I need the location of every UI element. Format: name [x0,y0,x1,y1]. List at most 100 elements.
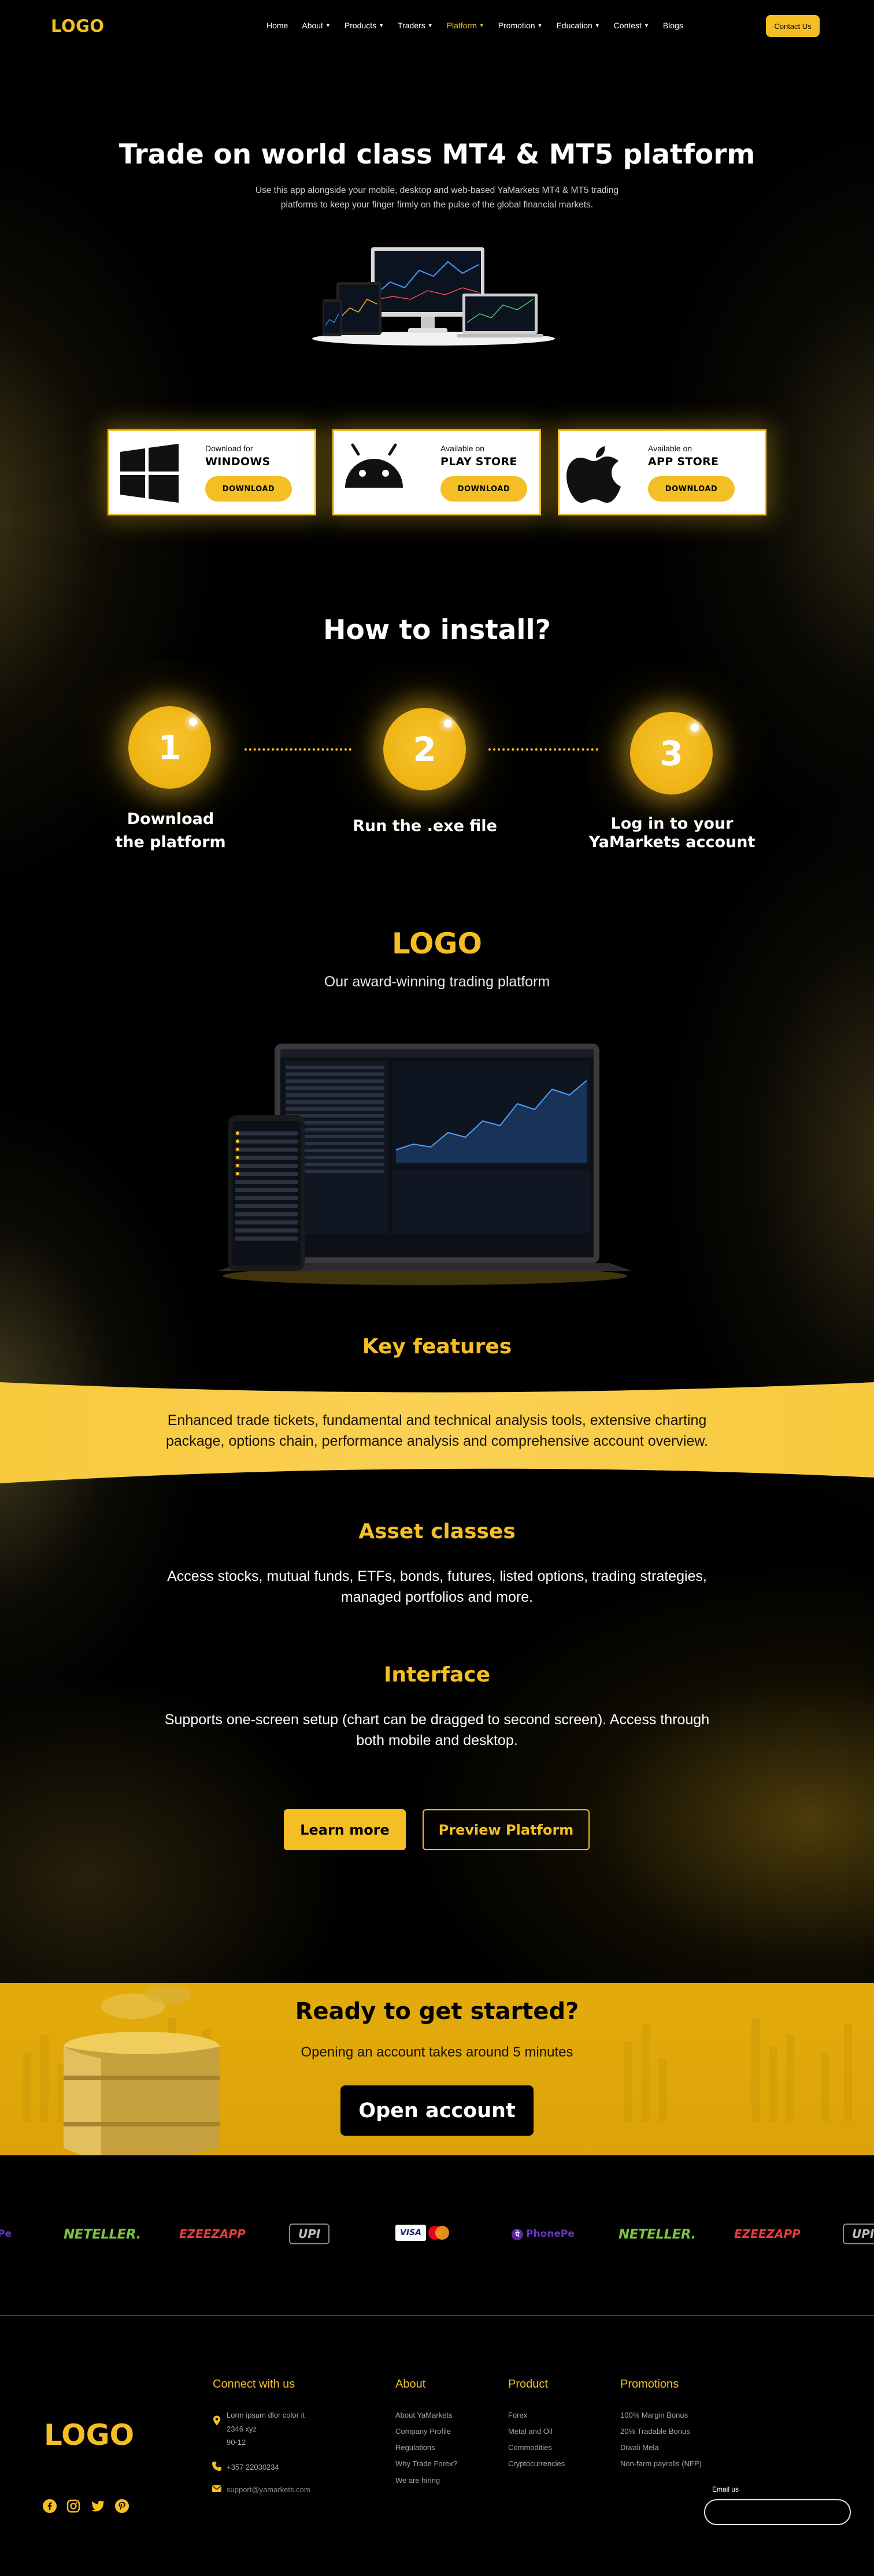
step-3-label: Log in to your YaMarkets account [578,815,766,852]
page: LOGO Home About ▼ Products ▼ Traders ▼ Plat… [0,0,874,2576]
footer-link-metal-and-oil[interactable]: Metal and Oil [508,2427,553,2436]
feature-text-line: package, options chain, performance anal… [165,1433,709,1449]
download-card-windows: Download for WINDOWS DOWNLOAD [108,429,316,515]
email-us-label: Email us [712,2485,739,2493]
download-card-platform: WINDOWS [205,455,271,468]
location-pin-icon [213,2415,220,2426]
feature-text-line: managed portfolios and more. [340,1589,534,1605]
step-label-line: Run the .exe file [353,817,497,835]
payment-logo-cards: VISA [395,2225,449,2241]
nav-item-promotion[interactable]: Promotion ▼ [498,21,543,30]
platform-laptop-illustration [217,1044,633,1285]
asset-classes-title: Asset classes [358,1520,516,1543]
sparkle-icon [189,718,197,726]
footer-link-company-profile[interactable]: Company Profile [395,2427,451,2436]
download-windows-button[interactable]: DOWNLOAD [205,476,292,502]
step-label-line: Log in to your [610,815,734,833]
payment-logo-upi: UPI [843,2224,874,2244]
chevron-down-icon: ▼ [325,23,331,28]
twitter-icon[interactable] [91,2499,105,2513]
nav-label: Promotion [498,21,535,30]
nav-label: Traders [398,21,425,30]
download-card-platform: PLAY STORE [440,455,517,468]
apple-icon [566,446,621,503]
footer-logo[interactable]: LOGO [44,2418,134,2452]
download-card-caption: Download for [205,444,253,453]
download-card-caption: Available on [440,444,485,453]
learn-more-button[interactable]: Learn more [284,1809,406,1850]
email-us-input[interactable] [704,2499,851,2525]
footer-link-margin-bonus[interactable]: 100% Margin Bonus [620,2411,688,2419]
nav-item-about[interactable]: About ▼ [302,21,331,30]
sparkle-icon [444,719,452,727]
chevron-down-icon: ▼ [594,23,600,28]
footer-promotions-title: Promotions [620,2378,679,2391]
nav-label: Home [266,21,288,30]
chevron-down-icon: ▼ [537,23,543,28]
feature-text-line: Supports one-screen setup (chart can be … [164,1712,710,1728]
footer-about-title: About [395,2378,426,2391]
cta-subtitle: Opening an account takes around 5 minute… [301,2044,573,2060]
payment-logo-upi: UPI [289,2224,330,2244]
footer-email[interactable]: support@yamarkets.com [227,2485,310,2494]
download-play-store-button[interactable]: DOWNLOAD [440,476,527,502]
step-connector [488,748,598,751]
download-app-store-button[interactable]: DOWNLOAD [648,476,735,502]
header-logo[interactable]: LOGO [51,16,105,36]
open-account-button[interactable]: Open account [340,2085,534,2136]
step-2-circle: 2 [383,708,466,790]
footer-link-about-yamarkets[interactable]: About YaMarkets [395,2411,453,2419]
payment-logo-ezeezapp: EZEEZAPP [179,2227,246,2241]
footer-link-nfp[interactable]: Non-farm payrolls (NFP) [620,2459,702,2468]
hero-description: Use this app alongside your mobile, desk… [235,183,639,212]
android-icon [345,443,403,488]
step-2-label: Run the .exe file [335,815,514,838]
mastercard-icon [428,2226,449,2240]
nav-item-traders[interactable]: Traders ▼ [398,21,433,30]
footer-divider [0,2315,874,2316]
footer-link-regulations[interactable]: Regulations [395,2443,435,2452]
footer-link-diwali-mela[interactable]: Diwali Mela [620,2443,658,2452]
platform-logo: LOGO [391,927,483,960]
instagram-icon[interactable] [66,2499,80,2513]
interface-title: Interface [383,1663,491,1687]
sparkle-icon [691,723,699,732]
step-label-line: Download [127,810,214,828]
facebook-icon[interactable] [43,2499,57,2513]
footer-link-why-trade-forex[interactable]: Why Trade Forex? [395,2459,457,2468]
footer-phone[interactable]: +357 22030234 [227,2463,279,2471]
payment-label: Pe [0,2228,12,2240]
step-3-circle: 3 [630,712,713,795]
hero-title: Trade on world class MT4 & MT5 platform [118,139,756,170]
footer-link-commodities[interactable]: Commodities [508,2443,552,2452]
payment-methods-strip: Pe NETELLER. EZEEZAPP UPI VISA पे PhonePe… [0,2202,874,2259]
phone-icon [212,2462,221,2471]
chevron-down-icon: ▼ [479,23,484,28]
install-title: How to install? [323,614,551,646]
chevron-down-icon: ▼ [643,23,649,28]
key-features-title: Key features [362,1335,512,1358]
main-nav: Home About ▼ Products ▼ Traders ▼ Platform ▼… [266,21,697,30]
nav-item-education[interactable]: Education ▼ [556,21,599,30]
nav-item-platform[interactable]: Platform ▼ [447,21,484,30]
windows-icon [120,444,179,503]
footer-link-cryptocurrencies[interactable]: Cryptocurrencies [508,2459,565,2468]
nav-item-home[interactable]: Home [266,21,288,30]
pinterest-icon[interactable] [115,2499,129,2513]
nav-label: Blogs [662,21,683,30]
nav-item-products[interactable]: Products ▼ [345,21,384,30]
nav-item-contest[interactable]: Contest ▼ [614,21,649,30]
step-1-circle: 1 [128,706,211,789]
footer-link-forex[interactable]: Forex [508,2411,527,2419]
footer-link-we-are-hiring[interactable]: We are hiring [395,2476,440,2485]
footer-address-line: 2346 xyz [227,2425,257,2433]
nav-item-blogs[interactable]: Blogs [663,21,683,30]
preview-platform-button[interactable]: Preview Platform [423,1809,590,1850]
contact-us-button[interactable]: Contact Us [766,15,820,37]
step-number: 1 [158,727,182,767]
chevron-down-icon: ▼ [427,23,433,28]
footer-link-tradable-bonus[interactable]: 20% Tradable Bonus [620,2427,690,2436]
key-features-text: Enhanced trade tickets, fundamental and … [127,1410,747,1452]
download-card-play-store: Available on PLAY STORE DOWNLOAD [332,429,541,515]
visa-logo: VISA [395,2225,426,2241]
